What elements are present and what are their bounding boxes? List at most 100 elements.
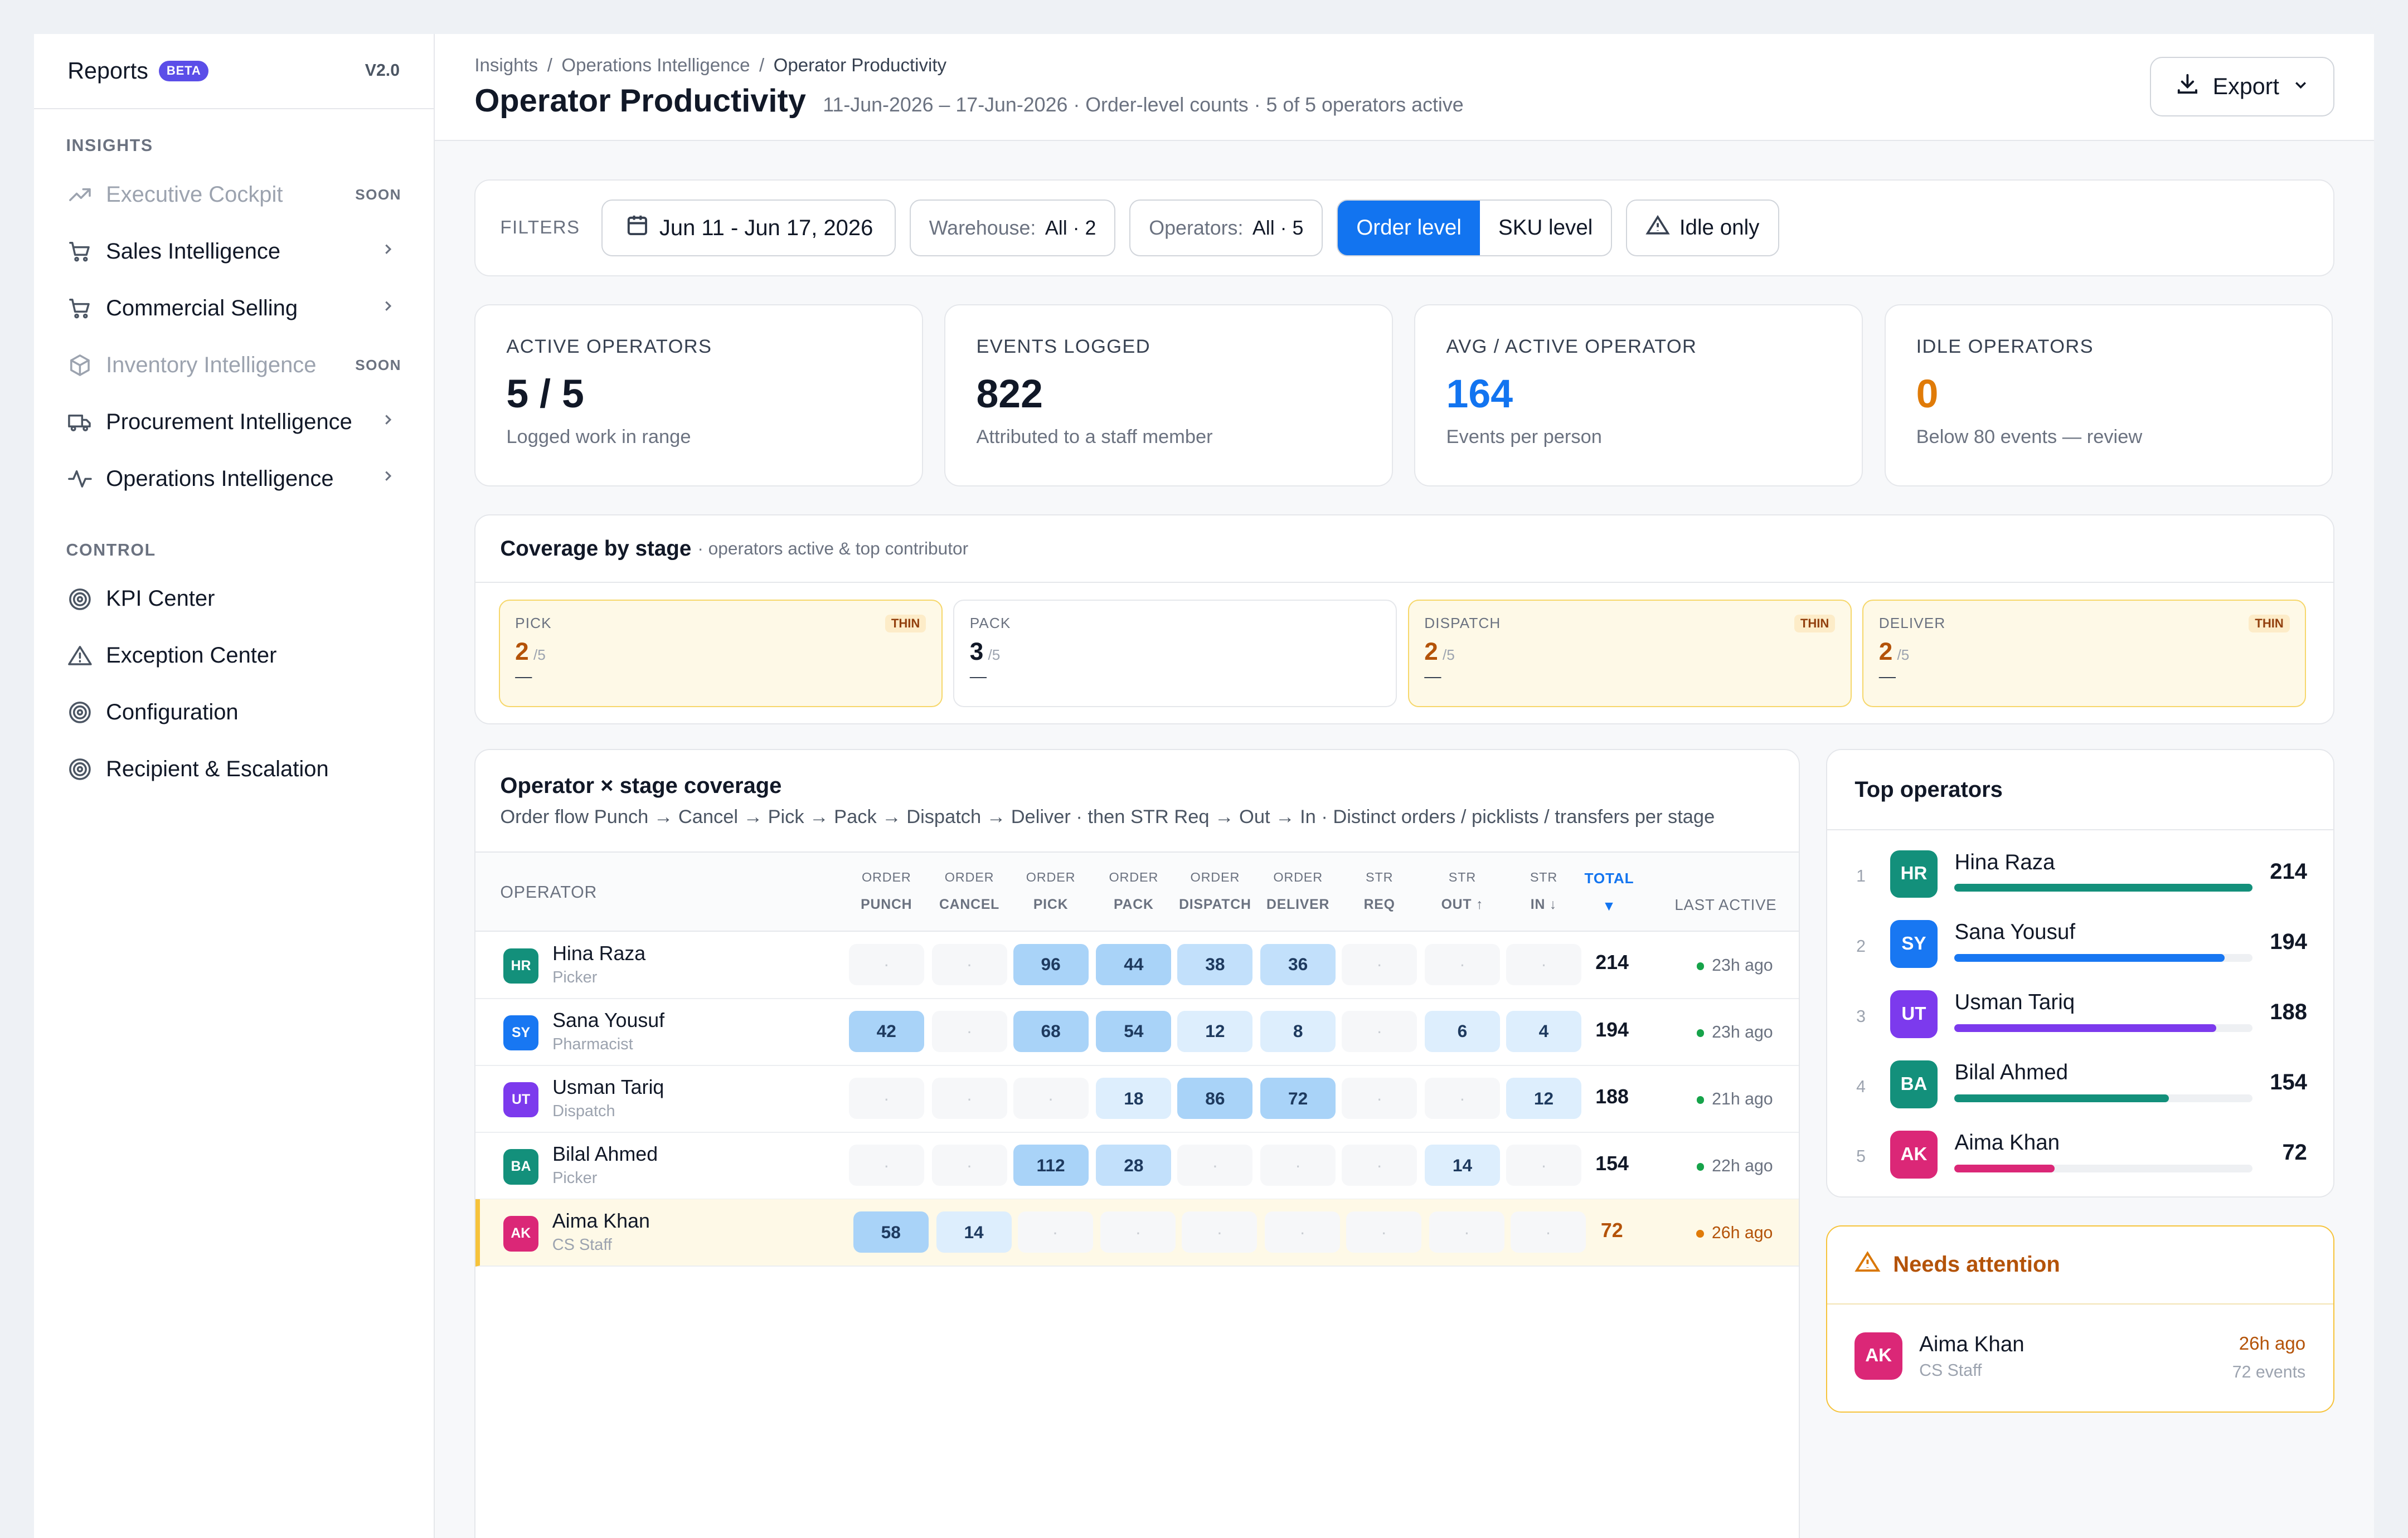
stage-tile-dispatch[interactable]: DISPATCH THIN 2/5 — (1407, 600, 1852, 708)
col-last-active[interactable]: LAST ACTIVE (1673, 891, 1778, 919)
matrix-cell[interactable]: 14 (936, 1211, 1012, 1253)
operator-name: Usman Tariq (1954, 990, 2075, 1015)
nav-operations-intelligence[interactable]: Operations Intelligence (34, 450, 434, 507)
table-row[interactable]: SY Sana Yousuf Pharmacist 42 · 68 54 12 8 · 6 4 … (475, 999, 1799, 1066)
ctl-recipient-escalation[interactable]: Recipient & Escalation (34, 741, 434, 798)
top-operator-item[interactable]: 4 BA Bilal Ahmed 154 (1827, 1054, 2333, 1125)
matrix-cell-empty[interactable]: · (931, 1077, 1007, 1120)
top-operator-item[interactable]: 3 UT Usman Tariq 188 (1827, 984, 2333, 1055)
table-row[interactable]: BA Bilal Ahmed Picker · · 112 28 · · · 14 · 154 … (475, 1132, 1799, 1200)
date-range-picker[interactable]: Jun 11 - Jun 17, 2026 (601, 199, 896, 257)
col-stage[interactable]: ORDER DISPATCH (1168, 864, 1262, 919)
sku-level-option[interactable]: SKU level (1480, 201, 1611, 255)
matrix-cell[interactable]: 68 (1013, 1010, 1089, 1053)
col-stage[interactable]: ORDER PICK (1004, 864, 1098, 919)
matrix-cell[interactable]: 4 (1506, 1010, 1581, 1053)
matrix-cell-empty[interactable]: · (1265, 1211, 1341, 1253)
col-stage[interactable]: ORDER PUNCH (839, 864, 933, 919)
top-operator-item[interactable]: 2 SY Sana Yousuf 194 (1827, 914, 2333, 985)
matrix-cell[interactable]: 6 (1424, 1010, 1500, 1053)
matrix-cell-empty[interactable]: · (1342, 943, 1417, 985)
nav-executive-cockpit[interactable]: Executive Cockpit SOON (34, 166, 434, 223)
matrix-cell-empty[interactable]: · (848, 943, 924, 985)
matrix-cell-empty[interactable]: · (1429, 1211, 1504, 1253)
col-operator[interactable]: OPERATOR (500, 879, 597, 907)
matrix-cell-empty[interactable]: · (1346, 1211, 1422, 1253)
breadcrumb-insights[interactable]: Insights (474, 55, 538, 76)
ctl-exception-center[interactable]: Exception Center (34, 627, 434, 684)
matrix-cell[interactable]: 36 (1260, 943, 1336, 985)
matrix-cell-empty[interactable]: · (1342, 1144, 1417, 1186)
matrix-cell-empty[interactable]: · (848, 1077, 924, 1120)
matrix-cell-empty[interactable]: · (1177, 1144, 1253, 1186)
matrix-cell-empty[interactable]: · (848, 1144, 924, 1186)
ctl-kpi-center[interactable]: KPI Center (34, 571, 434, 627)
matrix-cell[interactable]: 18 (1096, 1077, 1172, 1120)
matrix-cell-empty[interactable]: · (1017, 1211, 1093, 1253)
operators-filter[interactable]: Operators: All · 5 (1129, 199, 1323, 257)
matrix-cell-empty[interactable]: · (931, 1144, 1007, 1186)
warehouse-filter[interactable]: Warehouse: All · 2 (909, 199, 1116, 257)
matrix-cell-empty[interactable]: · (1342, 1010, 1417, 1053)
matrix-cell[interactable]: 42 (848, 1010, 924, 1053)
matrix-cell-empty[interactable]: · (1182, 1211, 1258, 1253)
matrix-cell-empty[interactable]: · (1013, 1077, 1089, 1120)
nav-commercial-selling[interactable]: Commercial Selling (34, 280, 434, 337)
matrix-cell[interactable]: 14 (1424, 1144, 1500, 1186)
col-stage[interactable]: ORDER CANCEL (923, 864, 1016, 919)
col-group-label: ORDER (1109, 869, 1159, 884)
matrix-cell[interactable]: 44 (1096, 943, 1172, 985)
breadcrumb-operations[interactable]: Operations Intelligence (561, 55, 750, 76)
nav-inventory-intelligence[interactable]: Inventory Intelligence SOON (34, 337, 434, 393)
stage-tile-deliver[interactable]: DELIVER THIN 2/5 — (1862, 600, 2307, 708)
attention-item[interactable]: AK Aima Khan CS Staff 26h ago 72 events (1827, 1305, 2333, 1412)
stage-tile-pack[interactable]: PACK 3/5 — (953, 600, 1397, 708)
table-row[interactable]: AK Aima Khan CS Staff 58 14 · · · · · · · 72 26h… (475, 1199, 1799, 1267)
matrix-cell[interactable]: 72 (1260, 1077, 1336, 1120)
ctl-configuration[interactable]: Configuration (34, 684, 434, 741)
matrix-cell[interactable]: 38 (1177, 943, 1253, 985)
export-button[interactable]: Export (2150, 56, 2334, 117)
matrix-cell[interactable]: 12 (1177, 1010, 1253, 1053)
table-row[interactable]: HR Hina Raza Picker · · 96 44 38 36 · · · 214 23… (475, 932, 1799, 999)
top-operator-item[interactable]: 1 HR Hina Raza 214 (1827, 844, 2333, 915)
matrix-cell-empty[interactable]: · (1260, 1144, 1336, 1186)
order-level-option[interactable]: Order level (1338, 201, 1480, 256)
matrix-cell[interactable]: 86 (1177, 1077, 1253, 1120)
matrix-cell-empty[interactable]: · (931, 1010, 1007, 1053)
operator-total: 188 (2270, 999, 2307, 1024)
table-row[interactable]: UT Usman Tariq Dispatch · · · 18 86 72 · · 12 18… (475, 1065, 1799, 1133)
matrix-cell[interactable]: 8 (1260, 1010, 1336, 1053)
matrix-cell-empty[interactable]: · (1100, 1211, 1176, 1253)
col-total[interactable]: TOTAL ▼ (1584, 865, 1634, 920)
col-stage[interactable]: STR REQ (1333, 864, 1426, 919)
operators-filter-value: All · 5 (1252, 216, 1304, 239)
matrix-cell-empty[interactable]: · (1506, 1144, 1581, 1186)
matrix-cell[interactable]: 54 (1096, 1010, 1172, 1053)
rank: 5 (1856, 1147, 1866, 1166)
matrix-cell-empty[interactable]: · (931, 943, 1007, 985)
matrix-cell[interactable]: 112 (1013, 1144, 1089, 1186)
col-stage[interactable]: ORDER DELIVER (1251, 864, 1345, 919)
filter-bar: FILTERS Jun 11 - Jun 17, 2026 Warehouse:… (474, 179, 2334, 276)
matrix-cell-empty[interactable]: · (1424, 1077, 1500, 1120)
operator-total: 72 (2282, 1140, 2307, 1165)
needs-attention-card: Needs attention AK Aima Khan CS Staff 26… (1826, 1225, 2334, 1413)
avatar: HR (503, 948, 539, 984)
matrix-cell-empty[interactable]: · (1506, 943, 1581, 985)
stage-tile-pick[interactable]: PICK THIN 2/5 — (498, 600, 943, 708)
matrix-cell-empty[interactable]: · (1342, 1077, 1417, 1120)
matrix-cell[interactable]: 28 (1096, 1144, 1172, 1186)
col-stage[interactable]: ORDER PACK (1087, 864, 1181, 919)
matrix-cell[interactable]: 12 (1506, 1077, 1581, 1120)
nav-procurement-intelligence[interactable]: Procurement Intelligence (34, 393, 434, 450)
matrix-cell[interactable]: 58 (853, 1211, 929, 1253)
idle-only-toggle[interactable]: Idle only (1626, 199, 1779, 257)
matrix-cell-empty[interactable]: · (1424, 943, 1500, 985)
app-title: Reports (67, 57, 148, 84)
col-stage[interactable]: STR IN ↓ (1497, 864, 1590, 919)
top-operator-item[interactable]: 5 AK Aima Khan 72 (1827, 1125, 2333, 1195)
col-stage[interactable]: STR OUT ↑ (1415, 864, 1509, 919)
matrix-cell[interactable]: 96 (1013, 943, 1089, 985)
nav-sales-intelligence[interactable]: Sales Intelligence (34, 223, 434, 280)
